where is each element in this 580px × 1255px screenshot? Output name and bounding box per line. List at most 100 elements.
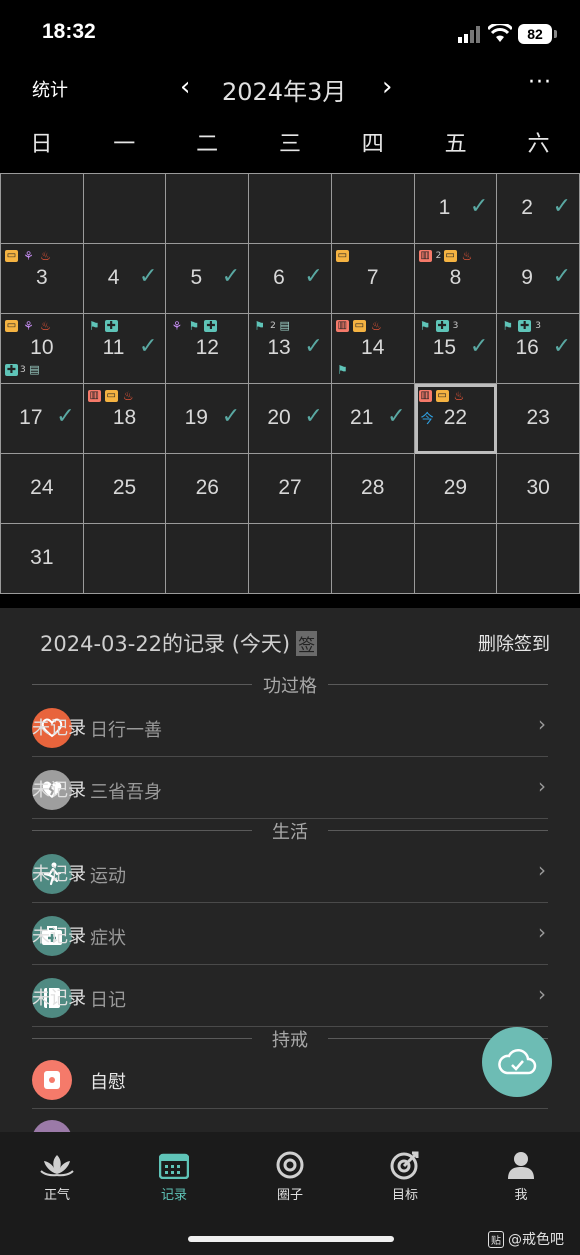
sign-badge: 签 xyxy=(296,631,318,656)
toilet-paper-icon: ▥ xyxy=(87,390,101,402)
record-row-masturbation[interactable]: 自慰 xyxy=(32,1048,548,1109)
calendar-empty-cell xyxy=(331,524,415,594)
calendar-day[interactable]: 20 ✓ xyxy=(249,384,332,454)
calendar-day[interactable]: ▭ ⚘ ♨ 3 xyxy=(1,244,84,314)
weekday-label: 五 xyxy=(444,132,467,157)
toilet-paper-icon: ▥ xyxy=(418,390,432,402)
day-number: 18 xyxy=(112,406,137,429)
calendar-day[interactable]: 29 xyxy=(414,454,498,524)
tab-records[interactable]: 记录 xyxy=(134,1148,214,1203)
tv-icon: ▭ xyxy=(104,390,118,402)
record-row-diary[interactable]: 日记 未记录 › xyxy=(32,966,548,1027)
tv-icon: ▭ xyxy=(5,320,18,332)
watermark-badge: 贴 xyxy=(488,1231,504,1248)
record-row-symptom[interactable]: 症状 未记录 › xyxy=(32,904,548,965)
calendar-day[interactable]: ⚑ ✚ 3 15 ✓ xyxy=(414,314,498,384)
check-icon: ✓ xyxy=(56,404,75,429)
home-indicator xyxy=(188,1236,394,1242)
weekday-label: 一 xyxy=(113,132,136,157)
check-icon: ✓ xyxy=(304,334,323,359)
fire-icon: ♨ xyxy=(461,249,473,263)
today-marker: 今 xyxy=(420,412,434,427)
watermark: 贴 @戒色吧 xyxy=(488,1229,564,1249)
calendar-empty-cell xyxy=(1,174,84,244)
calendar-day[interactable]: ⚘ ⚑ ✚ 12 xyxy=(166,314,250,384)
day-number: 3 xyxy=(36,266,48,289)
top-nav: 统计 ‹ 2024年3月 › ··· xyxy=(0,66,580,112)
calendar-day[interactable]: 17 ✓ xyxy=(1,384,84,454)
more-button[interactable]: ··· xyxy=(528,70,552,95)
calendar-day[interactable]: ⚑ 2 ▤ 13 ✓ xyxy=(249,314,332,384)
section-life: 生活 xyxy=(32,820,548,843)
calendar-day[interactable]: 2 ✓ xyxy=(497,174,580,244)
weekday-label: 日 xyxy=(30,132,53,157)
record-row-good-deed[interactable]: 日行一善 未记录 › xyxy=(32,696,548,757)
check-icon: ✓ xyxy=(304,264,323,289)
tab-target[interactable]: 目标 xyxy=(365,1148,445,1203)
calendar-day[interactable]: 6 ✓ xyxy=(249,244,332,314)
signal-icon xyxy=(458,26,480,43)
next-month-button[interactable]: › xyxy=(382,72,392,102)
calendar-day[interactable]: ⚑ ✚ 3 16 ✓ xyxy=(497,314,580,384)
calendar-day[interactable]: 28 xyxy=(331,454,415,524)
tv-icon: ▭ xyxy=(335,250,349,262)
fire-icon: ♨ xyxy=(40,249,51,263)
section-precepts: 持戒 xyxy=(32,1028,548,1051)
day-number: 26 xyxy=(195,476,219,499)
calendar-empty-cell xyxy=(166,524,250,594)
calendar-day[interactable]: 25 xyxy=(83,454,167,524)
calendar-day[interactable]: ▥ ▭ ♨ 22 今 xyxy=(414,384,498,454)
tv-icon: ▭ xyxy=(5,250,18,262)
calendar-day[interactable]: 5 ✓ xyxy=(166,244,250,314)
delete-sign-button[interactable]: 删除签到 xyxy=(478,630,550,656)
section-label: 生活 xyxy=(272,822,308,843)
calendar-empty-cell xyxy=(83,174,167,244)
calendar-day[interactable]: 19 ✓ xyxy=(166,384,250,454)
record-row-self-reflection[interactable]: 三省吾身 未记录 › xyxy=(32,758,548,819)
calendar-day[interactable]: ▭ 7 xyxy=(331,244,415,314)
weekday-header: 日 一 二 三 四 五 六 xyxy=(0,126,580,166)
calendar-day[interactable]: 21 ✓ xyxy=(331,384,415,454)
calendar-day[interactable]: ▥ ▭ ♨ ⚑ 14 xyxy=(331,314,415,384)
running-icon: ⚑ xyxy=(419,319,431,333)
check-icon: ✓ xyxy=(552,264,571,289)
chevron-right-icon: › xyxy=(538,982,546,1006)
status-bar: 18:32 82 xyxy=(0,0,580,66)
circle-icon xyxy=(276,1151,304,1179)
day-number: 23 xyxy=(526,406,550,429)
row-status: 未记录 xyxy=(32,780,86,801)
tab-circle[interactable]: 圈子 xyxy=(250,1148,330,1203)
cloud-sync-button[interactable] xyxy=(482,1027,552,1097)
calendar-day[interactable]: ⚑ ✚ 11 ✓ xyxy=(83,314,167,384)
tv-icon: ▭ xyxy=(443,250,457,262)
check-icon: ✓ xyxy=(221,404,241,429)
calendar-day[interactable]: 26 xyxy=(166,454,250,524)
lotus-icon xyxy=(40,1155,74,1177)
record-row-exercise[interactable]: 运动 未记录 › xyxy=(32,842,548,903)
calendar-day[interactable]: 27 xyxy=(249,454,332,524)
row-label: 自慰 xyxy=(90,1072,126,1093)
calendar-day[interactable]: 4 ✓ xyxy=(83,244,167,314)
stats-button[interactable]: 统计 xyxy=(32,76,68,102)
calendar-day[interactable]: 30 xyxy=(497,454,580,524)
tab-zhengqi[interactable]: 正气 xyxy=(17,1148,97,1203)
calendar-day[interactable]: 31 xyxy=(1,524,84,594)
tab-me[interactable]: 我 xyxy=(481,1148,561,1203)
day-number: 29 xyxy=(443,476,468,499)
calendar-day[interactable]: ▭ ⚘ ♨ ✚ 3 ▤ 10 xyxy=(1,314,84,384)
fire-icon: ♨ xyxy=(370,319,382,333)
calendar-day[interactable]: 9 ✓ xyxy=(497,244,580,314)
calendar-day[interactable]: ▥ 2 ▭ ♨ 8 xyxy=(414,244,498,314)
chevron-right-icon: › xyxy=(538,858,546,882)
chevron-right-icon: › xyxy=(538,712,546,736)
calendar-day[interactable]: ▥ ▭ ♨ 18 xyxy=(83,384,167,454)
check-icon: ✓ xyxy=(138,264,158,289)
calendar-day[interactable]: 23 xyxy=(497,384,580,454)
calendar-day[interactable]: 24 xyxy=(1,454,84,524)
weekday-label: 四 xyxy=(361,132,384,157)
calendar-empty-cell xyxy=(497,524,580,594)
prev-month-button[interactable]: ‹ xyxy=(180,72,190,102)
tab-label: 目标 xyxy=(391,1188,418,1203)
calendar-day[interactable]: 1 ✓ xyxy=(414,174,498,244)
watermark-text: @戒色吧 xyxy=(508,1232,564,1248)
